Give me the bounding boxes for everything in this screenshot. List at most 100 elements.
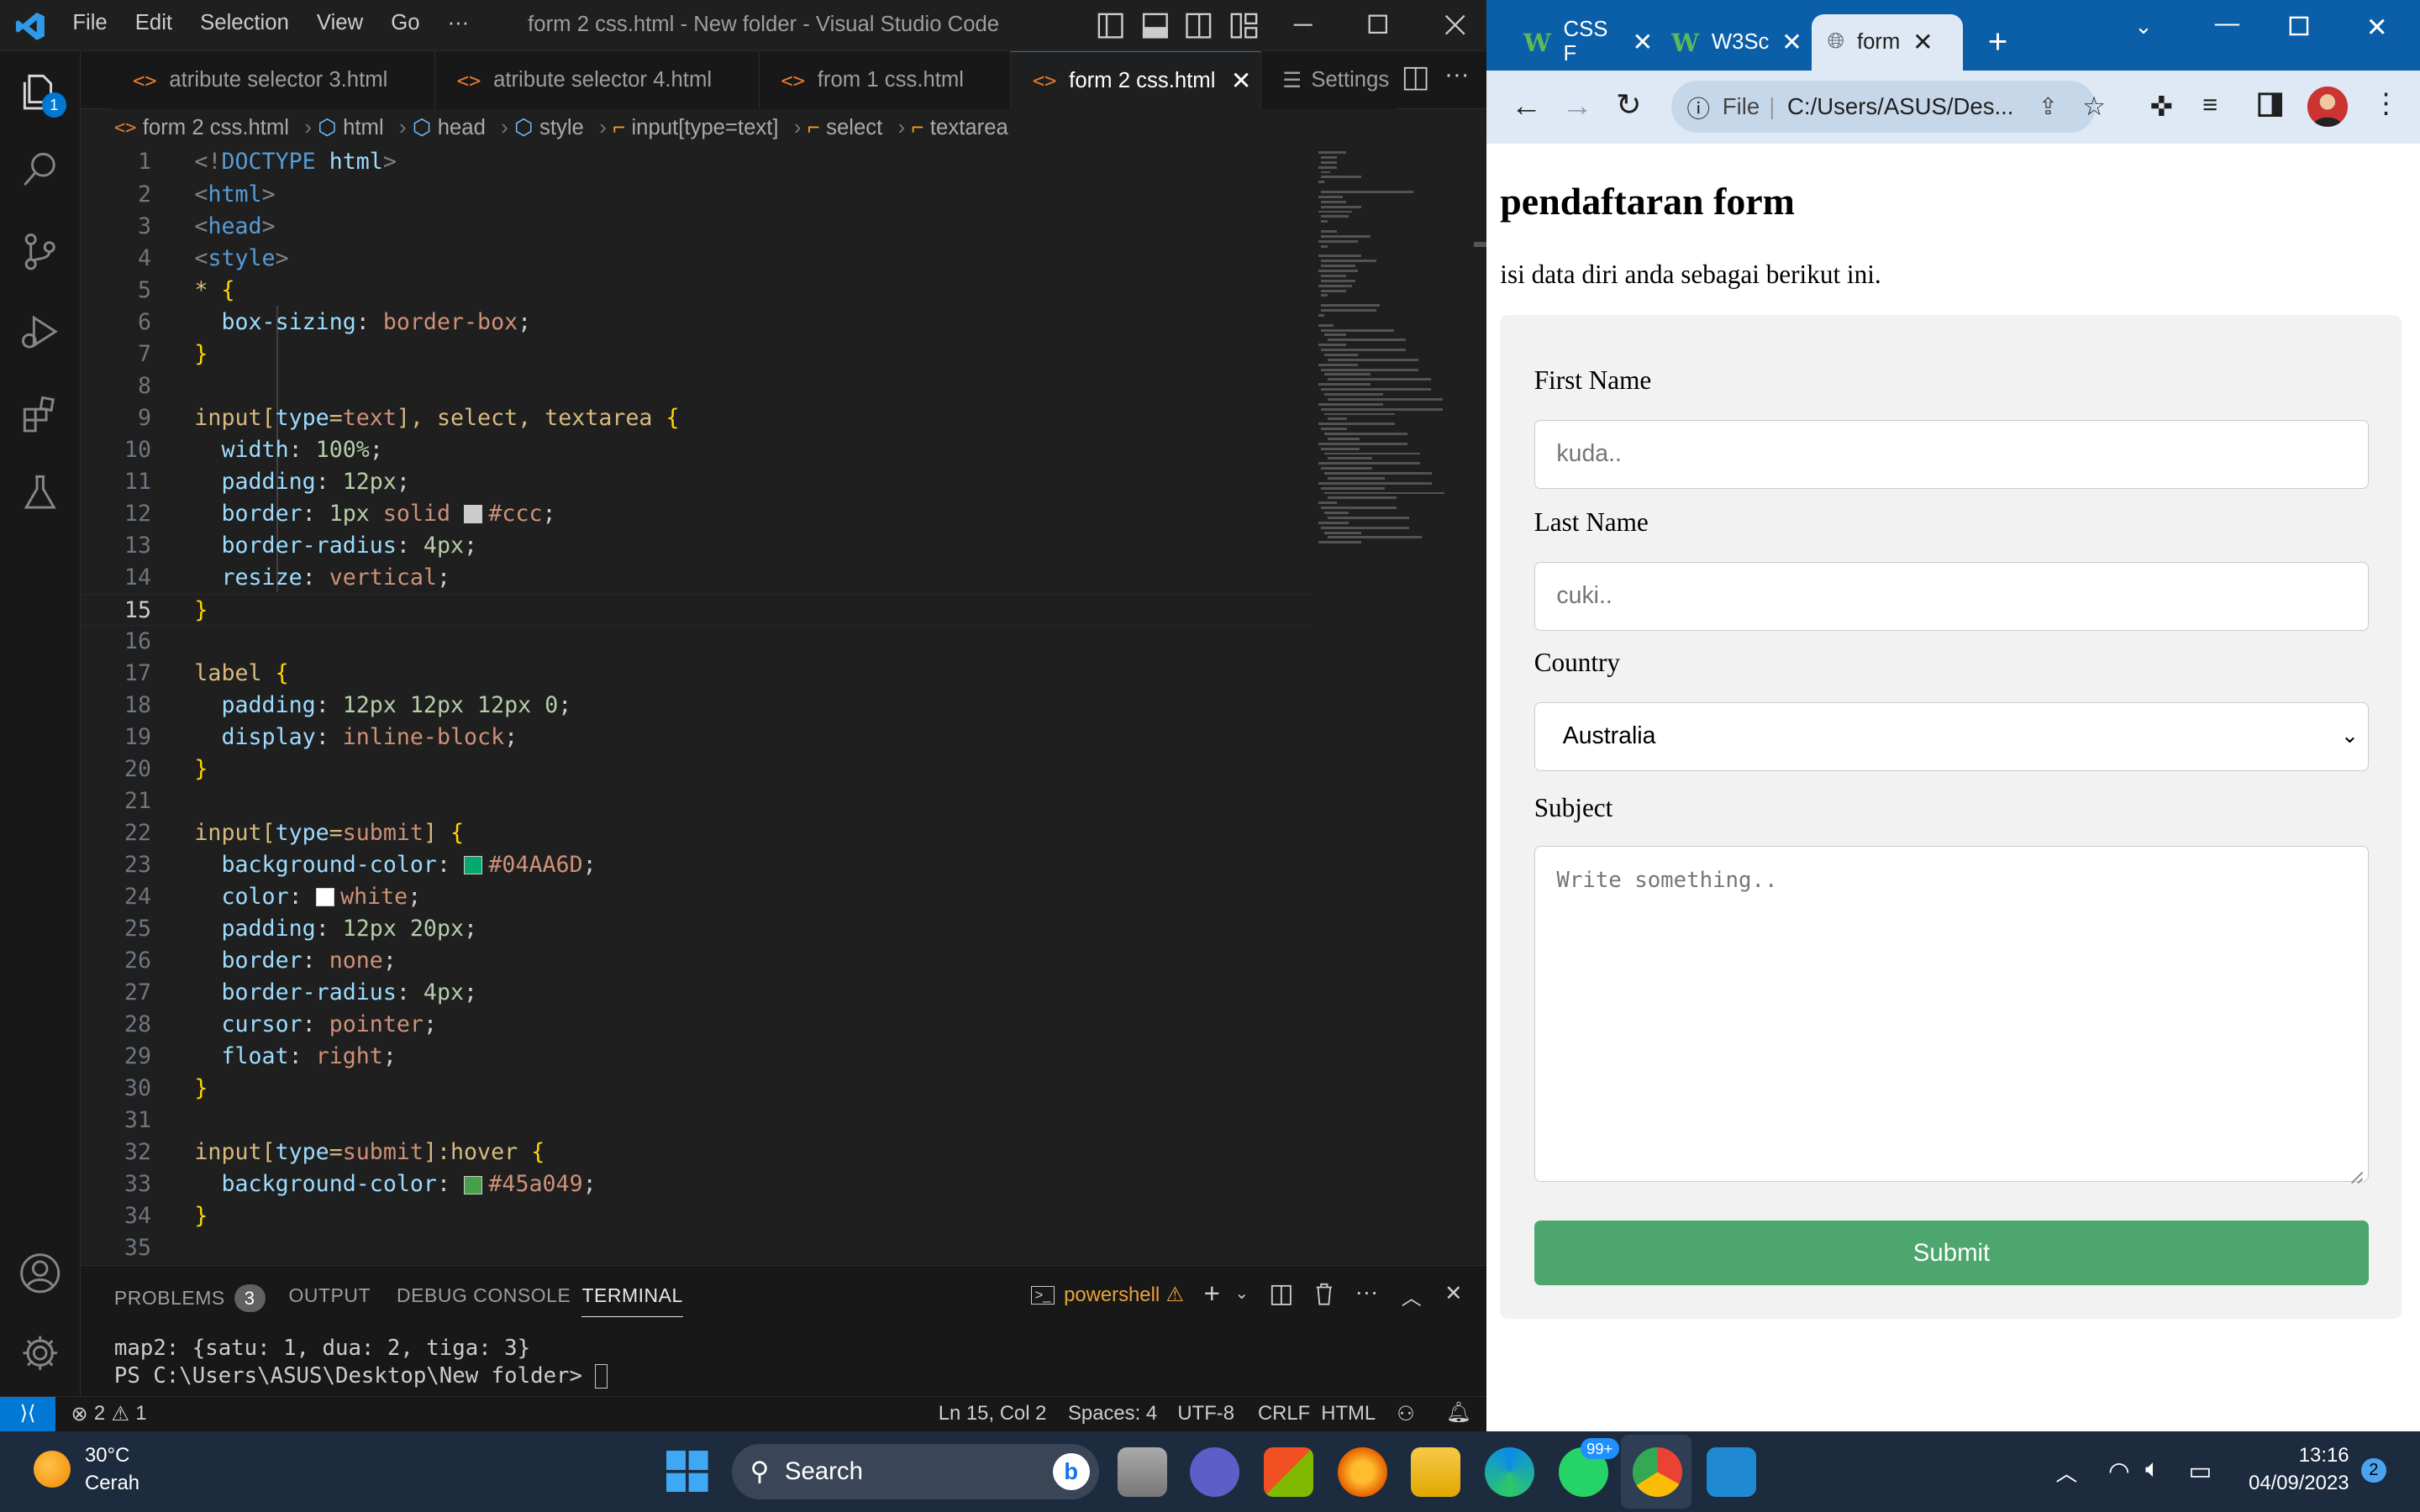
weather-temperature[interactable]: 30°C <box>85 1444 129 1467</box>
menu-selection[interactable]: Selection <box>200 11 289 35</box>
browser-tab-css[interactable]: W CSS F ✕ <box>1507 14 1653 71</box>
share-icon[interactable]: ⇪ <box>2039 93 2058 120</box>
show-hidden-icons-chevron-icon[interactable]: ︿ <box>2056 1457 2078 1488</box>
scrollbar-thumb[interactable] <box>1474 242 1486 247</box>
side-panel-icon[interactable] <box>2258 92 2283 118</box>
windows-start-icon[interactable] <box>666 1450 709 1493</box>
microsoft-store-icon[interactable] <box>1264 1446 1314 1497</box>
toggle-panel-icon[interactable] <box>1142 13 1168 39</box>
toggle-secondary-sidebar-icon[interactable] <box>1186 13 1212 39</box>
firefox-icon[interactable] <box>1338 1446 1388 1497</box>
editor-more-actions-icon[interactable]: ··· <box>1444 60 1469 89</box>
tab-atribute-selector-3[interactable]: <> atribute selector 3.html <box>111 50 435 110</box>
close-tab-icon[interactable]: ✕ <box>1781 28 1802 57</box>
chrome-icon[interactable] <box>1633 1446 1683 1497</box>
media-controls-icon[interactable]: ≡ <box>2202 90 2217 120</box>
browser-close-button[interactable]: ✕ <box>2366 13 2388 43</box>
color-swatch[interactable] <box>315 888 334 907</box>
menu-more[interactable]: ··· <box>448 11 470 35</box>
new-tab-icon[interactable]: + <box>1988 22 2008 61</box>
split-editor-icon[interactable] <box>1403 66 1428 91</box>
volume-icon[interactable]: 🔈︎ <box>2145 1455 2160 1483</box>
battery-icon[interactable]: ▭ <box>2188 1457 2212 1486</box>
breadcrumb-html[interactable]: html <box>343 116 384 140</box>
clock-date[interactable]: 04/09/2023 <box>2241 1472 2349 1495</box>
minimap[interactable] <box>1312 146 1474 1265</box>
notification-count-badge[interactable]: 2 <box>2361 1457 2386 1483</box>
testing-icon[interactable] <box>18 470 61 513</box>
forward-arrow-icon[interactable]: → <box>1562 88 1593 123</box>
resize-handle-icon[interactable] <box>2349 1163 2364 1184</box>
taskbar-search[interactable]: ⚲ Search b <box>731 1444 1099 1500</box>
explorer-icon[interactable]: 1 <box>18 70 66 118</box>
cursor-position[interactable]: Ln 15, Col 2 <box>939 1402 1047 1425</box>
menu-file[interactable]: File <box>72 11 107 35</box>
indentation[interactable]: Spaces: 4 <box>1068 1402 1157 1425</box>
run-debug-icon[interactable] <box>18 310 61 353</box>
address-bar[interactable]: ⓘ File | C:/Users/ASUS/Des... ⇪ ☆ <box>1671 80 2106 133</box>
minimize-button[interactable] <box>1291 13 1315 37</box>
feedback-icon[interactable]: ⚇ <box>1397 1402 1414 1426</box>
tab-settings[interactable]: ☰ Settings <box>1260 50 1397 110</box>
weather-description[interactable]: Cerah <box>85 1472 139 1495</box>
subject-textarea[interactable]: Write something.. <box>1534 845 2370 1182</box>
settings-gear-icon[interactable] <box>18 1331 61 1374</box>
color-swatch[interactable] <box>464 856 483 875</box>
line-ending[interactable]: CRLF <box>1258 1402 1310 1425</box>
tab-output[interactable]: OUTPUT <box>288 1284 371 1307</box>
teams-chat-icon[interactable] <box>1190 1446 1239 1497</box>
close-window-button[interactable] <box>1443 13 1467 37</box>
problems-status[interactable]: ⊗ 2 ⚠ 1 <box>71 1402 146 1426</box>
close-tab-icon[interactable]: ✕ <box>1231 66 1252 96</box>
last-name-input[interactable]: cuki.. <box>1534 561 2370 632</box>
bookmark-star-icon[interactable]: ☆ <box>2082 92 2106 122</box>
submit-button[interactable]: Submit <box>1534 1220 2370 1285</box>
more-actions-icon[interactable]: ··· <box>1355 1278 1379 1305</box>
browser-tab-form[interactable]: 🌐︎ form ✕ <box>1812 13 1964 71</box>
tab-from-1-css[interactable]: <> from 1 css.html <box>759 50 1012 110</box>
first-name-input[interactable]: kuda.. <box>1534 419 2370 490</box>
accounts-icon[interactable] <box>18 1252 61 1294</box>
source-control-icon[interactable] <box>18 230 61 273</box>
notifications-bell-icon[interactable]: 🔔︎ <box>1446 1400 1471 1425</box>
breadcrumb-select[interactable]: select <box>826 116 882 140</box>
color-swatch[interactable] <box>464 1175 483 1194</box>
profile-avatar[interactable] <box>2307 86 2348 127</box>
new-terminal-icon[interactable]: + <box>1204 1278 1220 1310</box>
close-panel-icon[interactable]: ✕ <box>1444 1281 1463 1306</box>
toggle-primary-sidebar-icon[interactable] <box>1097 13 1123 39</box>
sun-weather-icon[interactable] <box>34 1450 71 1488</box>
country-select[interactable]: Australia ⌄ <box>1534 701 2370 772</box>
terminal-prompt-line[interactable]: PS C:\Users\ASUS\Desktop\New folder> <box>114 1363 608 1389</box>
breadcrumb-file[interactable]: form 2 css.html <box>143 116 289 140</box>
browser-menu-icon[interactable]: ⋮ <box>2372 87 2400 120</box>
terminal-shell-selector[interactable]: >_ powershell ⚠ <box>1030 1283 1184 1307</box>
extensions-puzzle-icon[interactable]: ✜ <box>2150 90 2174 123</box>
edge-icon[interactable] <box>1484 1446 1534 1497</box>
whatsapp-icon[interactable]: 99+ <box>1559 1437 1619 1497</box>
close-tab-icon[interactable]: ✕ <box>1632 28 1653 57</box>
split-terminal-icon[interactable] <box>1270 1284 1292 1306</box>
browser-tab-w3schools[interactable]: W W3Sc ✕ <box>1656 14 1811 71</box>
file-explorer-icon[interactable] <box>1410 1446 1460 1497</box>
code-editor[interactable]: 1 <!DOCTYPE html> 2 <html> 3 <head> 4 <style… <box>80 146 1313 1265</box>
color-swatch[interactable] <box>464 505 483 524</box>
menu-edit[interactable]: Edit <box>135 11 172 35</box>
tab-search-chevron-icon[interactable]: ⌄ <box>2134 14 2153 39</box>
browser-minimize-button[interactable]: — <box>2215 9 2239 38</box>
tab-terminal[interactable]: TERMINAL <box>581 1284 683 1318</box>
customize-layout-icon[interactable] <box>1230 13 1258 39</box>
tab-form-2-css[interactable]: <> form 2 css.html ✕ <box>1011 50 1261 110</box>
clock-time[interactable]: 13:16 <box>2284 1444 2349 1467</box>
menu-go[interactable]: Go <box>391 11 419 35</box>
chevron-down-icon[interactable]: ⌄ <box>1234 1283 1249 1304</box>
maximize-panel-icon[interactable]: ︿ <box>1402 1281 1422 1310</box>
breadcrumb-textarea[interactable]: textarea <box>930 116 1008 140</box>
back-arrow-icon[interactable]: ← <box>1511 88 1542 123</box>
close-tab-icon[interactable]: ✕ <box>1912 28 1933 57</box>
extensions-icon[interactable] <box>18 392 61 435</box>
menu-view[interactable]: View <box>317 11 363 35</box>
reload-icon[interactable]: ↻ <box>1616 87 1642 123</box>
encoding[interactable]: UTF-8 <box>1177 1402 1234 1425</box>
tab-atribute-selector-4[interactable]: <> atribute selector 4.html <box>434 50 760 110</box>
